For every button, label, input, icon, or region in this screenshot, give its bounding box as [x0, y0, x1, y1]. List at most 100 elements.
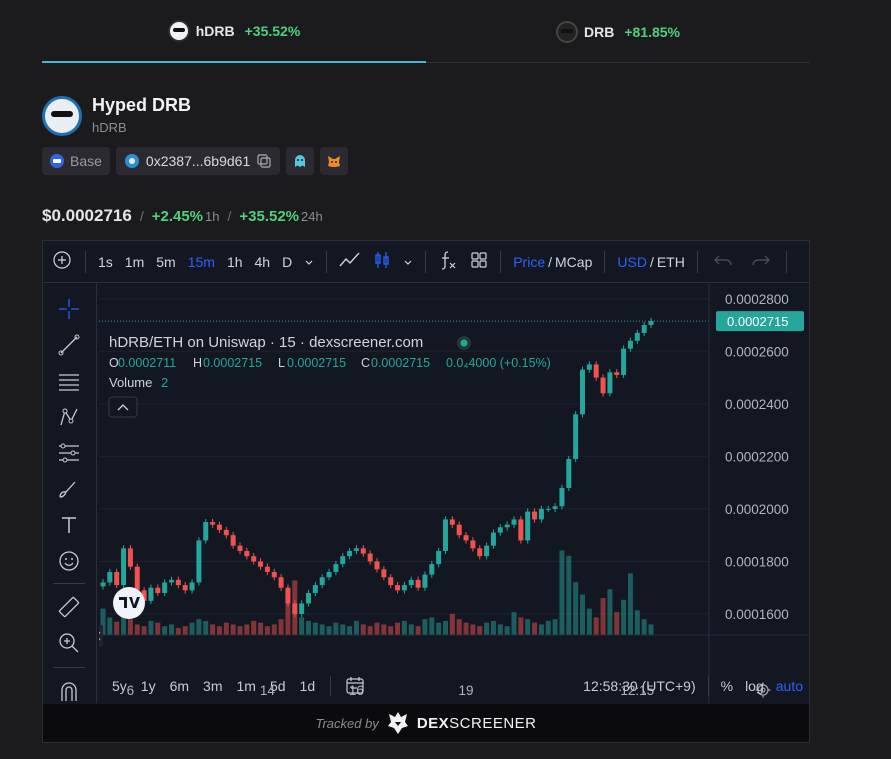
candle-body: [121, 548, 127, 586]
candle-body: [518, 519, 524, 541]
y-tick-label: 0.0001600: [725, 607, 789, 622]
candle-body: [532, 511, 538, 520]
volume-bar: [593, 617, 599, 635]
volume-bar: [237, 626, 243, 635]
interval-15m[interactable]: 15m: [182, 254, 221, 270]
interval-1s[interactable]: 1s: [92, 254, 119, 270]
c-label: C: [361, 356, 370, 370]
pattern-tool[interactable]: [57, 405, 81, 429]
plus-circle-icon: [53, 251, 71, 269]
volume-bar: [408, 624, 414, 635]
candle-body: [504, 524, 510, 528]
chart-type-dropdown[interactable]: [397, 254, 419, 270]
undo-icon: [713, 255, 732, 266]
volume-bar: [175, 627, 181, 635]
trendline-tool[interactable]: [57, 333, 81, 357]
emoji-tool[interactable]: [57, 549, 81, 573]
candle-body: [285, 587, 291, 604]
range-6m[interactable]: 6m: [163, 678, 196, 694]
range-5y[interactable]: 5y: [105, 678, 134, 694]
undo-button[interactable]: [704, 253, 742, 270]
candle-body: [395, 585, 401, 591]
candle-body: [484, 545, 490, 557]
metamask-chip[interactable]: [320, 147, 349, 175]
mcap-toggle[interactable]: MCap: [555, 254, 598, 270]
price-axis[interactable]: 0.0002800 0.0002600 0.0002400 0.0002200 0.00…: [725, 292, 789, 622]
percent-toggle[interactable]: %: [715, 678, 739, 694]
interval-1m[interactable]: 1m: [119, 254, 150, 270]
range-5d[interactable]: 5d: [263, 678, 293, 694]
tradingview-logo[interactable]: [113, 587, 145, 619]
volume-bar: [223, 622, 229, 635]
range-3m[interactable]: 3m: [196, 678, 229, 694]
sidebar-divider: [53, 583, 85, 584]
address-label: 0x2387...6b9d61: [145, 153, 251, 169]
tab-drb[interactable]: DRB +81.85%: [426, 0, 810, 63]
candle-chart-button[interactable]: [367, 251, 397, 272]
interval-5m[interactable]: 5m: [150, 254, 181, 270]
crosshair-tool[interactable]: [57, 297, 81, 321]
usd-toggle[interactable]: USD: [611, 254, 647, 270]
token-sniffer-chip[interactable]: [286, 147, 315, 175]
date-range-button[interactable]: [339, 676, 371, 697]
collapse-sidebar-button[interactable]: [99, 625, 103, 647]
volume-bar: [634, 610, 640, 635]
candle-body: [264, 566, 270, 572]
magnet-tool[interactable]: [57, 679, 81, 703]
candle-body: [353, 548, 359, 551]
candle-body: [155, 587, 161, 593]
chain-chip[interactable]: Base: [42, 147, 110, 175]
price-toggle[interactable]: Price: [507, 254, 545, 270]
price-label: Price: [513, 253, 546, 270]
volume-bar: [278, 619, 284, 635]
text-tool[interactable]: [57, 513, 81, 537]
range-1y[interactable]: 1y: [134, 678, 163, 694]
candle-body: [216, 524, 222, 530]
chevron-down-icon: [305, 260, 313, 265]
volume-bar: [333, 622, 339, 635]
layouts-button[interactable]: [464, 251, 494, 272]
token-avatar: [42, 96, 82, 136]
timezone-button[interactable]: 12:58:30 (UTC+9): [577, 678, 701, 694]
candle-body: [415, 579, 421, 588]
zoom-tool[interactable]: [57, 631, 81, 655]
interval-4h[interactable]: 4h: [249, 254, 277, 270]
interval-d[interactable]: D: [276, 254, 298, 270]
candle-body: [600, 377, 606, 394]
volume-bar: [600, 598, 606, 635]
volume-bar: [449, 613, 455, 635]
price-summary: $0.0002716 / +2.45% 1h / +35.52% 24h: [42, 206, 323, 226]
candle-body: [449, 519, 455, 525]
candle-body: [347, 550, 353, 557]
separator: /: [227, 208, 232, 224]
collapse-legend-button[interactable]: [108, 396, 138, 418]
fib-tool[interactable]: [57, 441, 81, 465]
sidebar-divider: [53, 667, 85, 668]
volume-bar: [518, 617, 524, 635]
redo-button[interactable]: [742, 253, 780, 270]
auto-toggle[interactable]: auto: [770, 678, 809, 694]
eth-toggle[interactable]: ETH: [657, 254, 691, 270]
interval-dropdown[interactable]: [298, 254, 320, 270]
tab-drb-change: +81.85%: [624, 23, 680, 40]
measure-tool[interactable]: [57, 595, 81, 619]
volume-bar: [319, 624, 325, 635]
tab-hdrb[interactable]: hDRB +35.52%: [42, 0, 426, 63]
candlestick-plot[interactable]: 0.0002800 0.0002600 0.0002400 0.0002200 0.00…: [99, 283, 809, 703]
volume-bar: [395, 622, 401, 635]
volume-bar: [114, 621, 120, 635]
log-toggle[interactable]: log: [739, 678, 770, 694]
range-1m[interactable]: 1m: [230, 678, 263, 694]
volume-bar: [155, 622, 161, 635]
add-indicator-button[interactable]: [43, 251, 79, 272]
candle-body: [586, 364, 592, 370]
indicators-button[interactable]: [432, 250, 464, 273]
brush-tool[interactable]: [57, 477, 81, 501]
range-1d[interactable]: 1d: [293, 678, 323, 694]
copy-icon[interactable]: [256, 153, 272, 169]
horizontal-lines-tool[interactable]: [57, 369, 81, 393]
line-chart-button[interactable]: [333, 251, 367, 272]
interval-1h[interactable]: 1h: [221, 254, 249, 270]
chart-title: hDRB/ETH on Uniswap · 15 · dexscreener.c…: [109, 334, 423, 351]
address-chip[interactable]: 0x2387...6b9d61: [115, 147, 281, 175]
